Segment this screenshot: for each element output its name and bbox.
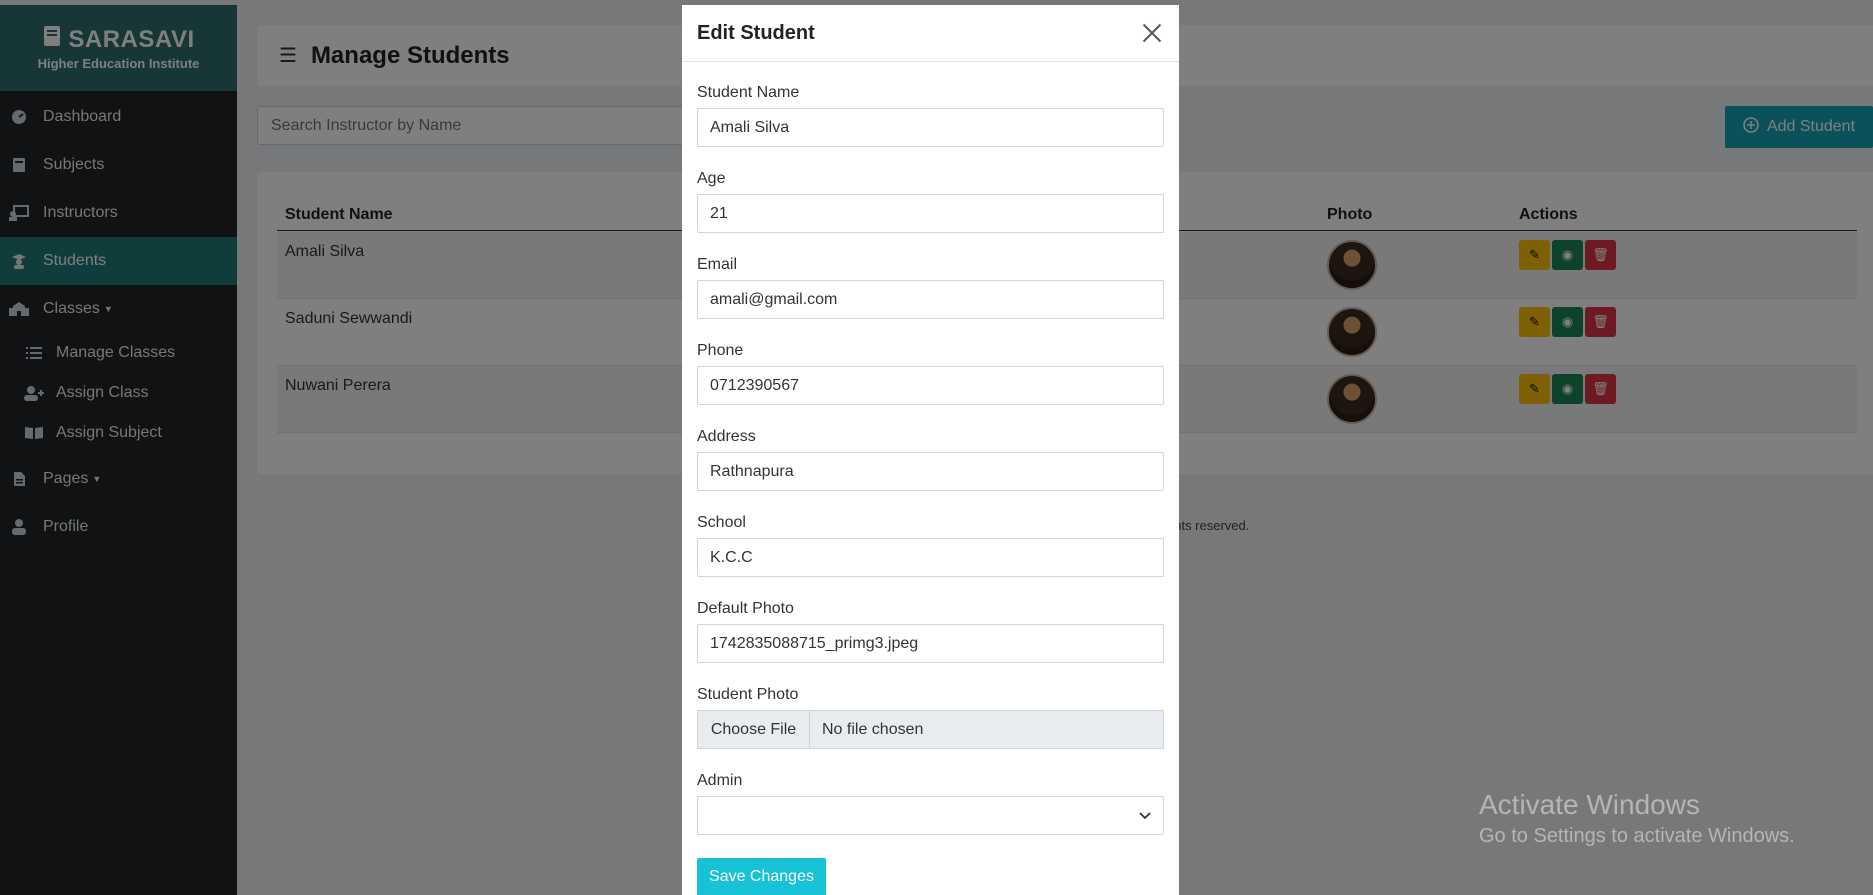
default-photo-label: Default Photo	[697, 600, 794, 617]
address-label: Address	[697, 428, 756, 445]
app: SARASAVI Higher Education Institute Dash…	[0, 0, 1873, 895]
admin-select[interactable]	[697, 796, 1164, 835]
save-changes-button[interactable]: Save Changes	[697, 858, 826, 895]
default-photo-input[interactable]: 1742835088715_primg3.jpeg	[697, 624, 1164, 663]
choose-file-button[interactable]: Choose File	[698, 711, 810, 748]
student-name-input[interactable]: Amali Silva	[697, 108, 1164, 147]
chevron-down-icon	[1139, 807, 1151, 825]
email-field: Email amali@gmail.com	[697, 256, 1164, 319]
phone-label: Phone	[697, 342, 744, 359]
student-name-label: Student Name	[697, 84, 800, 101]
modal-title: Edit Student	[697, 21, 815, 44]
age-label: Age	[697, 170, 726, 187]
student-photo-field: Student Photo Choose File No file chosen	[697, 686, 1164, 749]
activate-windows-watermark: Activate Windows Go to Settings to activ…	[1479, 789, 1795, 848]
age-field: Age 21	[697, 170, 1164, 233]
admin-field: Admin	[697, 772, 1164, 835]
watermark-subtitle: Go to Settings to activate Windows.	[1479, 825, 1795, 847]
phone-field: Phone 0712390567	[697, 342, 1164, 405]
phone-input[interactable]: 0712390567	[697, 366, 1164, 405]
close-icon[interactable]	[1140, 21, 1164, 45]
address-field: Address Rathnapura	[697, 428, 1164, 491]
student-photo-file-input[interactable]: Choose File No file chosen	[697, 710, 1164, 749]
default-photo-field: Default Photo 1742835088715_primg3.jpeg	[697, 600, 1164, 663]
email-input[interactable]: amali@gmail.com	[697, 280, 1164, 319]
file-status: No file chosen	[822, 720, 924, 738]
school-input[interactable]: K.C.C	[697, 538, 1164, 577]
edit-student-modal: Edit Student Student Name Amali Silva Ag…	[682, 5, 1179, 895]
address-input[interactable]: Rathnapura	[697, 452, 1164, 491]
modal-header: Edit Student	[682, 5, 1179, 62]
student-photo-label: Student Photo	[697, 686, 799, 703]
student-name-field: Student Name Amali Silva	[697, 84, 1164, 147]
watermark-title: Activate Windows	[1479, 789, 1700, 820]
school-field: School K.C.C	[697, 514, 1164, 577]
admin-label: Admin	[697, 772, 743, 789]
age-input[interactable]: 21	[697, 194, 1164, 233]
school-label: School	[697, 514, 746, 531]
email-label: Email	[697, 256, 738, 273]
